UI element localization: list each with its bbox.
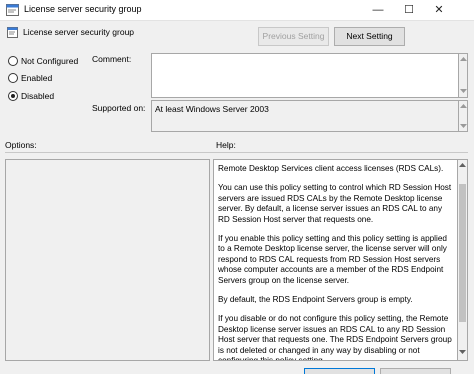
supported-on-value: At least Windows Server 2003 <box>155 104 269 114</box>
window-title: License server security group <box>24 4 142 14</box>
help-paragraph: By default, the RDS Endpoint Servers gro… <box>218 295 413 305</box>
radio-not-configured-circle[interactable] <box>8 56 18 66</box>
radio-disabled-label: Disabled <box>21 91 55 101</box>
options-panel <box>5 159 210 361</box>
radio-enabled-label: Enabled <box>21 73 53 83</box>
options-label: Options: <box>5 140 37 150</box>
radio-enabled[interactable]: Enabled <box>8 72 88 84</box>
close-button[interactable]: ✕ <box>424 0 454 20</box>
help-panel: Remote Desktop Services client access li… <box>213 159 458 361</box>
previous-setting-button[interactable]: Previous Setting <box>258 27 329 46</box>
setting-name: License server security group <box>23 27 135 37</box>
help-paragraph: Remote Desktop Services client access li… <box>218 164 444 173</box>
radio-enabled-circle[interactable] <box>8 73 18 83</box>
supported-scrollbar[interactable] <box>458 100 468 132</box>
supported-on-label: Supported on: <box>92 103 146 113</box>
help-paragraph: If you disable or do not configure this … <box>218 314 452 361</box>
scroll-down-arrow-icon[interactable] <box>460 124 467 129</box>
scroll-down-arrow-icon[interactable] <box>459 350 466 355</box>
radio-disabled[interactable]: Disabled <box>8 90 88 102</box>
scroll-down-arrow-icon[interactable] <box>460 89 467 94</box>
next-setting-button[interactable]: Next Setting <box>334 27 405 46</box>
radio-disabled-circle[interactable] <box>8 91 18 101</box>
scroll-up-arrow-icon[interactable] <box>460 104 467 109</box>
scroll-up-arrow-icon[interactable] <box>460 57 467 62</box>
help-paragraph: If you enable this policy setting and th… <box>218 234 447 285</box>
help-label: Help: <box>216 140 236 150</box>
radio-not-configured[interactable]: Not Configured <box>8 55 88 67</box>
comment-label: Comment: <box>92 54 132 64</box>
cancel-button[interactable] <box>380 368 451 374</box>
radio-not-configured-label: Not Configured <box>21 56 79 66</box>
panel-divider <box>5 152 468 153</box>
setting-icon <box>7 27 18 38</box>
scroll-up-arrow-icon[interactable] <box>459 163 466 168</box>
supported-on-field: At least Windows Server 2003 <box>151 100 459 132</box>
minimize-button[interactable]: — <box>363 0 393 20</box>
comment-textbox[interactable] <box>151 53 459 98</box>
title-bar: License server security group — ☐ ✕ <box>0 0 474 21</box>
policy-app-icon <box>6 4 19 16</box>
maximize-button[interactable]: ☐ <box>394 0 424 20</box>
comment-scrollbar[interactable] <box>458 53 468 98</box>
help-scrollbar[interactable] <box>457 159 468 361</box>
scrollbar-thumb[interactable] <box>459 184 466 322</box>
help-paragraph: You can use this policy setting to contr… <box>218 183 452 224</box>
ok-button[interactable] <box>304 368 375 374</box>
help-text: Remote Desktop Services client access li… <box>218 164 454 361</box>
